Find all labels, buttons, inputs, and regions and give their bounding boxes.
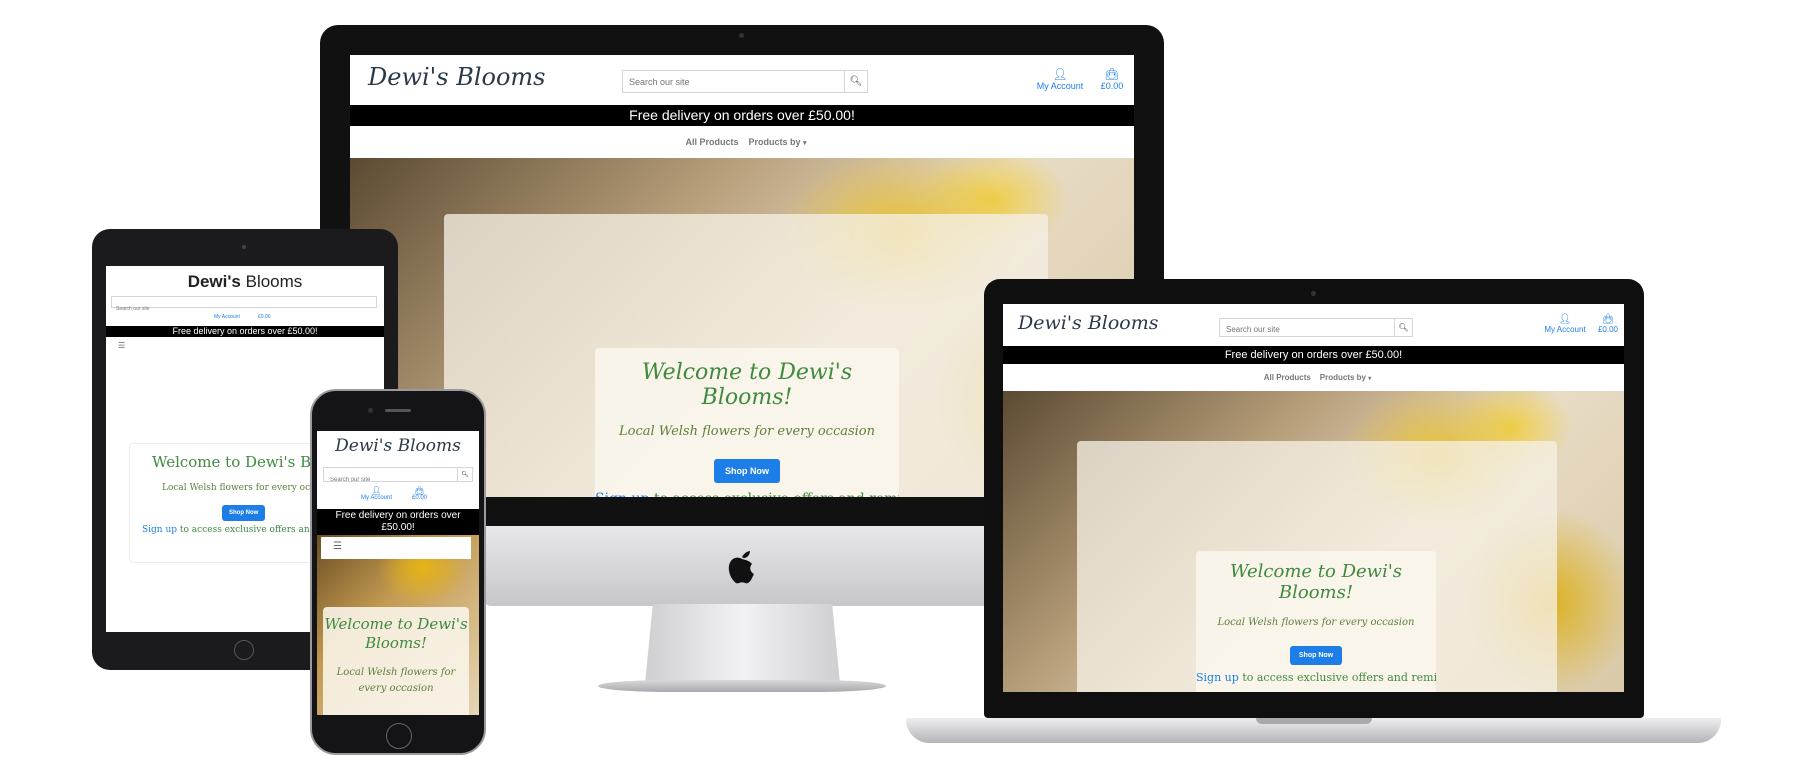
laptop-screen: Dewi's Blooms 🔍︎ 👤︎ My Account 👜︎ £0.00 …: [1003, 304, 1624, 692]
basket-total: £0.00: [1597, 325, 1619, 334]
site-logo[interactable]: Dewi's Blooms: [317, 436, 479, 456]
hero-image: ☰ Welcome to Dewi's Blooms! Local Welsh …: [317, 535, 479, 715]
search-input[interactable]: [324, 473, 472, 487]
search-icon[interactable]: 🔍︎: [1394, 319, 1412, 336]
imac-foot: [598, 680, 886, 692]
user-icon: 👤︎: [1052, 67, 1068, 81]
laptop-camera: [1311, 291, 1316, 296]
basket-total: £0.00: [412, 495, 428, 501]
basket-total[interactable]: £0.00: [258, 314, 271, 320]
welcome-tagline: Local Welsh flowers for every occasion: [1217, 617, 1415, 628]
search-icon[interactable]: 🔍︎: [457, 468, 472, 481]
logo-strong: Dewi's: [187, 272, 241, 291]
account-label: My Account: [1036, 81, 1084, 91]
chevron-down-icon: ▾: [803, 140, 807, 147]
nav-products-by[interactable]: Products by: [1320, 373, 1366, 382]
shop-now-button[interactable]: Shop Now: [222, 505, 266, 521]
logo-light: Blooms: [245, 272, 303, 291]
welcome-heading: Welcome to Dewi's Blooms!: [324, 615, 468, 652]
laptop-notch: [1256, 718, 1372, 724]
welcome-tagline: Local Welsh flowers for every occasion: [618, 424, 876, 439]
phone-speaker: [385, 409, 411, 412]
search-bar: 🔍︎: [323, 467, 473, 487]
apple-logo-icon: [723, 545, 761, 585]
nav-products-by[interactable]: Products by: [748, 137, 800, 147]
main-nav: All Products Products by ▾: [358, 126, 1134, 158]
search-bar: 🔍︎: [1219, 318, 1413, 338]
delivery-banner: Free delivery on orders over £50.00!: [350, 105, 1134, 126]
phone-camera: [368, 408, 373, 413]
welcome-tagline: Local Welsh flowers for every occasion: [336, 667, 456, 694]
hero-image: Welcome to Dewi's Blooms! Local Welsh fl…: [1003, 391, 1624, 692]
signup-link[interactable]: Sign up: [142, 525, 177, 535]
phone-home-button[interactable]: [386, 723, 412, 749]
account-label: My Account: [1544, 325, 1586, 334]
welcome-card: Welcome to Dewi's Blooms! Local Welsh fl…: [595, 348, 899, 497]
basket-total: £0.00: [1100, 81, 1124, 91]
nav-all-products[interactable]: All Products: [1264, 373, 1311, 382]
search-input[interactable]: [112, 304, 376, 314]
search-input[interactable]: [623, 71, 867, 92]
user-icon: 👤︎: [1558, 314, 1572, 325]
delivery-banner: Free delivery on orders over £50.00!: [1003, 346, 1624, 364]
delivery-banner: Free delivery on orders over £50.00!: [317, 509, 479, 535]
signup-rest: to access exclusive offers and reminders…: [1242, 671, 1436, 684]
phone-screen: Dewi's Blooms 🔍︎ 👤︎ My Account 👜︎ £0.00 …: [317, 431, 479, 715]
chevron-down-icon: ▾: [1368, 376, 1372, 382]
site-logo[interactable]: Dewi's Blooms: [1018, 312, 1159, 334]
user-icon: 👤︎: [371, 486, 382, 495]
shop-now-button[interactable]: Shop Now: [1289, 646, 1343, 665]
welcome-card: Welcome to Dewi's Blooms! Local Welsh fl…: [323, 607, 469, 715]
mobile-nav: ☰: [321, 537, 471, 559]
account-link[interactable]: 👤︎ My Account: [1540, 314, 1590, 334]
imac-stand: [645, 604, 840, 684]
imac-camera: [739, 33, 744, 38]
account-link[interactable]: 👤︎ My Account: [1030, 67, 1090, 91]
tablet-camera: [242, 245, 246, 249]
search-bar: [111, 296, 377, 314]
shopping-bag-icon: 👜︎: [1601, 314, 1615, 325]
account-link[interactable]: My Account: [214, 314, 240, 320]
site-logo[interactable]: Dewi's Blooms: [368, 63, 546, 91]
shopping-bag-icon: 👜︎: [1104, 67, 1120, 81]
shop-now-button[interactable]: Shop Now: [714, 459, 780, 483]
nav-all-products[interactable]: All Products: [685, 137, 738, 147]
hamburger-menu-icon[interactable]: ☰: [118, 341, 125, 350]
account-link[interactable]: 👤︎ My Account: [361, 486, 392, 501]
hamburger-menu-icon[interactable]: ☰: [333, 541, 342, 552]
basket-link[interactable]: 👜︎ £0.00: [1595, 314, 1621, 334]
basket-link[interactable]: 👜︎ £0.00: [412, 486, 427, 501]
welcome-heading: Welcome to Dewi's Blooms!: [641, 360, 853, 410]
signup-text: Sign up to access exclusive offers and r…: [595, 491, 899, 497]
basket-link[interactable]: 👜︎ £0.00: [1096, 67, 1128, 91]
signup-link[interactable]: Sign up: [1196, 671, 1239, 684]
signup-link[interactable]: Sign up: [595, 491, 649, 497]
signup-rest: to access exclusive offers and reminders…: [654, 491, 899, 497]
account-label: My Account: [361, 495, 393, 501]
search-bar: 🔍︎: [622, 70, 868, 93]
signup-text: Sign up to access exclusive offers and r…: [1196, 671, 1436, 684]
search-input[interactable]: [1220, 321, 1412, 338]
tablet-home-button[interactable]: [234, 640, 254, 660]
site-logo[interactable]: Dewi's Blooms: [106, 272, 384, 292]
shopping-bag-icon: 👜︎: [414, 486, 425, 495]
main-nav: All Products Products by ▾: [1011, 364, 1624, 391]
welcome-card: Welcome to Dewi's Blooms! Local Welsh fl…: [1196, 551, 1436, 692]
search-icon[interactable]: 🔍︎: [844, 71, 867, 92]
delivery-banner: Free delivery on orders over £50.00!: [106, 326, 384, 337]
welcome-heading: Welcome to Dewi's Blooms!: [1229, 561, 1403, 603]
